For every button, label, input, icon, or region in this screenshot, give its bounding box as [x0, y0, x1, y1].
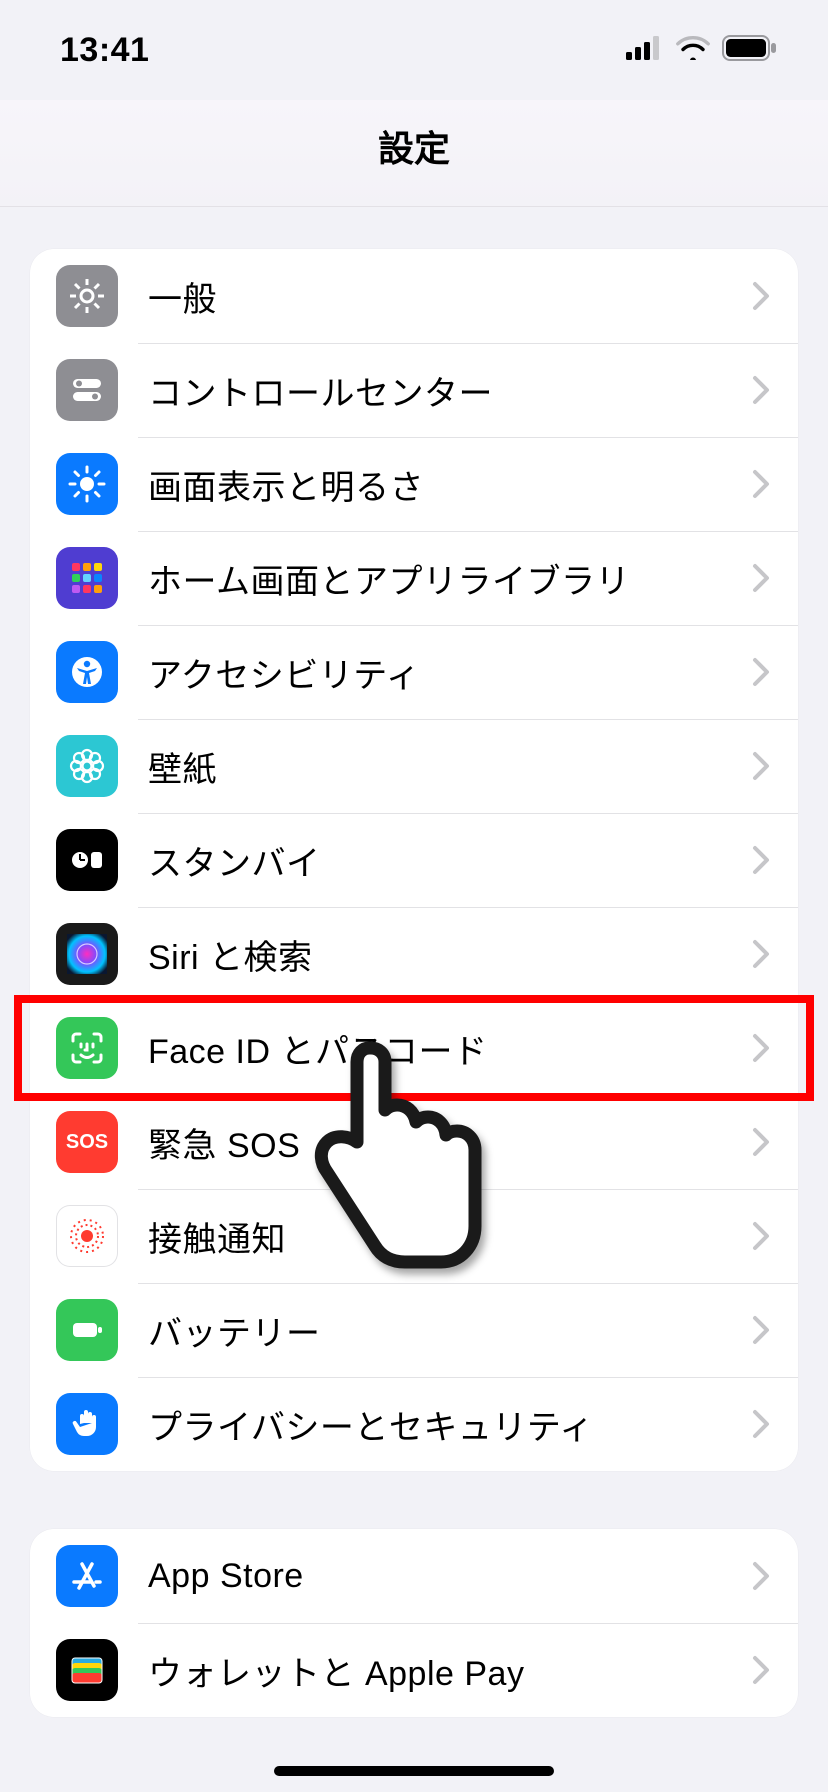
row-label: 緊急 SOS — [148, 1118, 752, 1167]
chevron-right-icon — [752, 751, 770, 781]
chevron-right-icon — [752, 1315, 770, 1345]
cellular-icon — [626, 36, 664, 65]
brightness-icon — [56, 453, 118, 515]
settings-row-privacy[interactable]: プライバシーとセキュリティ — [30, 1377, 798, 1471]
row-label: バッテリー — [148, 1306, 752, 1355]
settings-row-sos[interactable]: SOS 緊急 SOS — [30, 1095, 798, 1189]
chevron-right-icon — [752, 657, 770, 687]
appstore-icon — [56, 1545, 118, 1607]
settings-row-accessibility[interactable]: アクセシビリティ — [30, 625, 798, 719]
chevron-right-icon — [752, 469, 770, 499]
row-label: App Store — [148, 1557, 752, 1596]
settings-group-b: App Store ウォレットと Apple Pay — [30, 1529, 798, 1717]
row-label: アクセシビリティ — [148, 648, 752, 697]
chevron-right-icon — [752, 845, 770, 875]
row-label: 画面表示と明るさ — [148, 460, 752, 509]
wifi-icon — [676, 36, 710, 65]
settings-row-display[interactable]: 画面表示と明るさ — [30, 437, 798, 531]
settings-row-home-screen[interactable]: ホーム画面とアプリライブラリ — [30, 531, 798, 625]
switches-icon — [56, 359, 118, 421]
chevron-right-icon — [752, 1221, 770, 1251]
row-label: 接触通知 — [148, 1212, 752, 1261]
status-bar: 13:41 — [0, 0, 828, 100]
status-time: 13:41 — [60, 31, 149, 70]
row-label: ホーム画面とアプリライブラリ — [148, 554, 752, 603]
settings-row-wallet[interactable]: ウォレットと Apple Pay — [30, 1623, 798, 1717]
person-circle-icon — [56, 641, 118, 703]
row-label: Siri と検索 — [148, 930, 752, 979]
row-label: ウォレットと Apple Pay — [148, 1646, 752, 1695]
settings-row-control-center[interactable]: コントロールセンター — [30, 343, 798, 437]
chevron-right-icon — [752, 281, 770, 311]
row-label: プライバシーとセキュリティ — [148, 1400, 752, 1449]
apps-grid-icon — [56, 547, 118, 609]
flower-icon — [56, 735, 118, 797]
row-label: 壁紙 — [148, 742, 752, 791]
chevron-right-icon — [752, 1561, 770, 1591]
row-label: コントロールセンター — [148, 366, 752, 415]
settings-row-appstore[interactable]: App Store — [30, 1529, 798, 1623]
battery-icon — [56, 1299, 118, 1361]
settings-row-siri[interactable]: Siri と検索 — [30, 907, 798, 1001]
page-title: 設定 — [0, 100, 828, 207]
sos-text: SOS — [66, 1131, 108, 1154]
chevron-right-icon — [752, 1033, 770, 1063]
exposure-icon — [56, 1205, 118, 1267]
chevron-right-icon — [752, 1655, 770, 1685]
battery-status-icon — [722, 35, 778, 66]
chevron-right-icon — [752, 1409, 770, 1439]
settings-row-battery[interactable]: バッテリー — [30, 1283, 798, 1377]
hand-icon — [56, 1393, 118, 1455]
chevron-right-icon — [752, 375, 770, 405]
faceid-icon — [56, 1017, 118, 1079]
home-indicator — [274, 1766, 554, 1776]
wallet-icon — [56, 1639, 118, 1701]
settings-row-general[interactable]: 一般 — [30, 249, 798, 343]
settings-row-faceid[interactable]: Face ID とパスコード — [30, 1001, 798, 1095]
settings-scroll[interactable]: 一般コントロールセンター画面表示と明るさホーム画面とアプリライブラリアクセシビリ… — [0, 207, 828, 1717]
clock-tile-icon — [56, 829, 118, 891]
settings-row-wallpaper[interactable]: 壁紙 — [30, 719, 798, 813]
settings-row-standby[interactable]: スタンバイ — [30, 813, 798, 907]
row-label: 一般 — [148, 272, 752, 321]
settings-group-a: 一般コントロールセンター画面表示と明るさホーム画面とアプリライブラリアクセシビリ… — [30, 249, 798, 1471]
chevron-right-icon — [752, 1127, 770, 1157]
chevron-right-icon — [752, 563, 770, 593]
settings-row-exposure[interactable]: 接触通知 — [30, 1189, 798, 1283]
sos-icon: SOS — [56, 1111, 118, 1173]
gear-icon — [56, 265, 118, 327]
siri-icon — [56, 923, 118, 985]
chevron-right-icon — [752, 939, 770, 969]
status-indicators — [626, 35, 778, 66]
row-label: Face ID とパスコード — [148, 1024, 752, 1073]
row-label: スタンバイ — [148, 836, 752, 885]
